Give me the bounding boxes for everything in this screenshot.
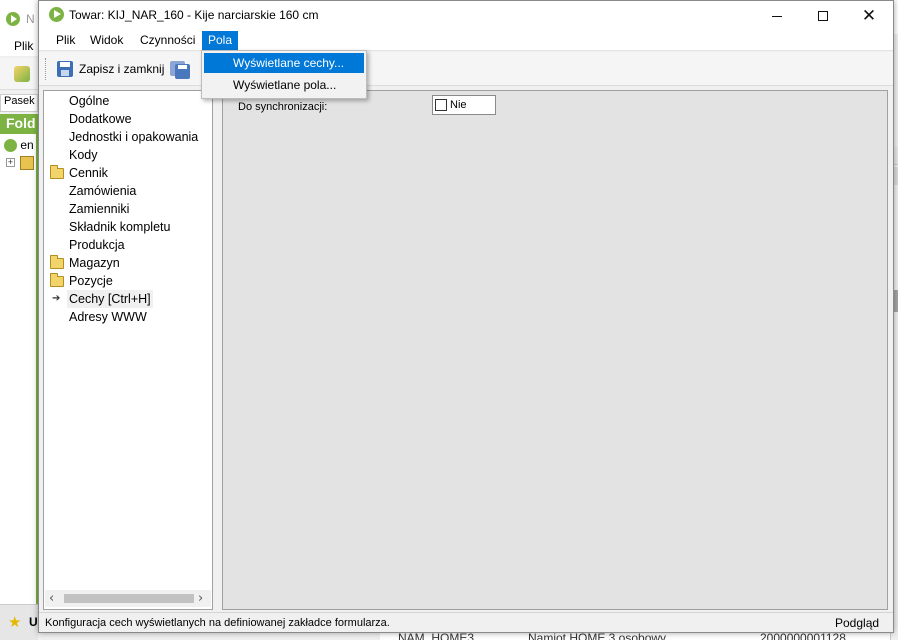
close-icon: ✕ [861,5,877,26]
star-icon[interactable]: ★ [8,613,21,631]
nav-tree-panel: Ogólne Dodatkowe Jednostki i opakowania Kod… [43,90,213,610]
save-icon[interactable] [57,61,73,77]
do-synchronizacji-value: Nie [450,99,467,111]
dialog-title: Towar: KIJ_NAR_160 - Kije narciarskie 16… [69,8,319,22]
dialog-menubar: Plik Widok Czynności Pola [39,31,893,51]
nav-item-skladnik-kompletu[interactable]: Składnik kompletu [44,218,212,236]
menu-item-wyswietlane-cechy[interactable]: Wyświetlane cechy... [204,53,364,73]
scroll-right-icon[interactable]: › [198,591,203,606]
nav-item-label: Magazyn [69,256,120,270]
folder-icon [50,255,64,269]
expand-plus-icon[interactable]: + [6,158,15,167]
nav-item-label: Dodatkowe [69,112,132,126]
nav-item-label: Zamienniki [69,202,130,216]
up-arrow-icon[interactable] [14,66,30,82]
nav-item-label: Cechy [Ctrl+H] [67,290,153,308]
background-toolbar [0,58,38,90]
toolbar-grip [45,58,46,80]
background-menubar: Plik [0,34,38,56]
background-tree-root[interactable]: en [4,138,38,153]
nav-item-label: Adresy WWW [69,310,147,324]
nav-item-label: Produkcja [69,238,125,252]
dialog-titlebar[interactable]: Towar: KIJ_NAR_160 - Kije narciarskie 16… [39,1,893,31]
features-content-panel: Do synchronizacji: Nie [222,90,888,610]
save-multiple-icon[interactable] [170,59,190,79]
close-button[interactable]: ✕ [846,1,892,31]
maximize-button[interactable] [800,1,846,31]
nav-item-label: Zamówienia [69,184,137,198]
status-message: Konfiguracja cech wyświetlanych na defin… [45,617,390,629]
scrollbar-thumb[interactable] [64,594,194,603]
menu-czynnosci[interactable]: Czynności [134,31,201,51]
nav-item-jednostki-i-opakowania[interactable]: Jednostki i opakowania [44,128,212,146]
maximize-icon [818,11,828,21]
background-tree-child[interactable]: + [6,156,36,170]
folder-icon [50,273,64,287]
menu-widok[interactable]: Widok [84,31,129,51]
nav-item-label: Pozycje [69,274,113,288]
nav-item-ogolne[interactable]: Ogólne [44,92,212,110]
nav-item-label: Ogólne [69,94,110,108]
nav-item-zamowienia[interactable]: Zamówienia [44,182,212,200]
nav-item-cechy-ctrl-h[interactable]: ➔ Cechy [Ctrl+H] [44,290,212,308]
current-arrow-icon: ➔ [52,293,61,304]
minimize-icon [772,15,782,17]
background-bottom-letter: U [29,615,38,629]
nav-item-cennik[interactable]: Cennik [44,164,212,182]
do-synchronizacji-checkbox[interactable] [435,99,447,111]
status-bar: Konfiguracja cech wyświetlanych na defin… [39,612,893,632]
horizontal-scrollbar[interactable]: ‹ › [45,590,211,607]
nav-item-produkcja[interactable]: Produkcja [44,236,212,254]
nav-item-pozycje[interactable]: Pozycje [44,272,212,290]
nav-item-label: Cennik [69,166,108,180]
pola-dropdown-menu: Wyświetlane cechy... Wyświetlane pola... [201,50,367,99]
scroll-left-icon[interactable]: ‹ [49,591,54,606]
nav-item-adresy-www[interactable]: Adresy WWW [44,308,212,326]
background-title: N [26,12,35,26]
nav-item-zamienniki[interactable]: Zamienniki [44,200,212,218]
app-logo-icon [6,12,20,26]
background-pasek: Pasek n [0,94,38,112]
dialog-toolbar: Zapisz i zamknij [39,52,893,86]
minimize-button[interactable] [754,1,800,31]
folder-icon [50,165,64,179]
nav-item-dodatkowe[interactable]: Dodatkowe [44,110,212,128]
background-folder-panel: Fold en + [0,114,38,604]
do-synchronizacji-field[interactable]: Nie [432,95,496,115]
menu-plik[interactable]: Plik [50,31,81,51]
menu-item-wyswietlane-pola[interactable]: Wyświetlane pola... [204,75,364,95]
save-and-close-button[interactable]: Zapisz i zamknij [79,62,164,76]
nav-item-magazyn[interactable]: Magazyn [44,254,212,272]
app-logo-icon [49,7,64,22]
background-folder-header: Fold [0,114,38,134]
background-tree-root-label: en [20,138,34,152]
product-dialog: Towar: KIJ_NAR_160 - Kije narciarskie 16… [38,0,894,633]
status-preview: Podgląd [835,616,880,630]
nav-item-label: Składnik kompletu [69,220,171,234]
nav-item-label: Jednostki i opakowania [69,130,199,144]
save-multiple-front [175,64,190,79]
nav-item-label: Kody [69,148,98,162]
menu-pola[interactable]: Pola [202,31,239,51]
nav-item-kody[interactable]: Kody [44,146,212,164]
do-synchronizacji-label: Do synchronizacji: [238,101,328,113]
root-node-icon [4,139,17,153]
background-menu-plik[interactable]: Plik [14,39,33,53]
package-icon [20,156,34,170]
background-bottom-bar: ★ U [0,604,38,640]
